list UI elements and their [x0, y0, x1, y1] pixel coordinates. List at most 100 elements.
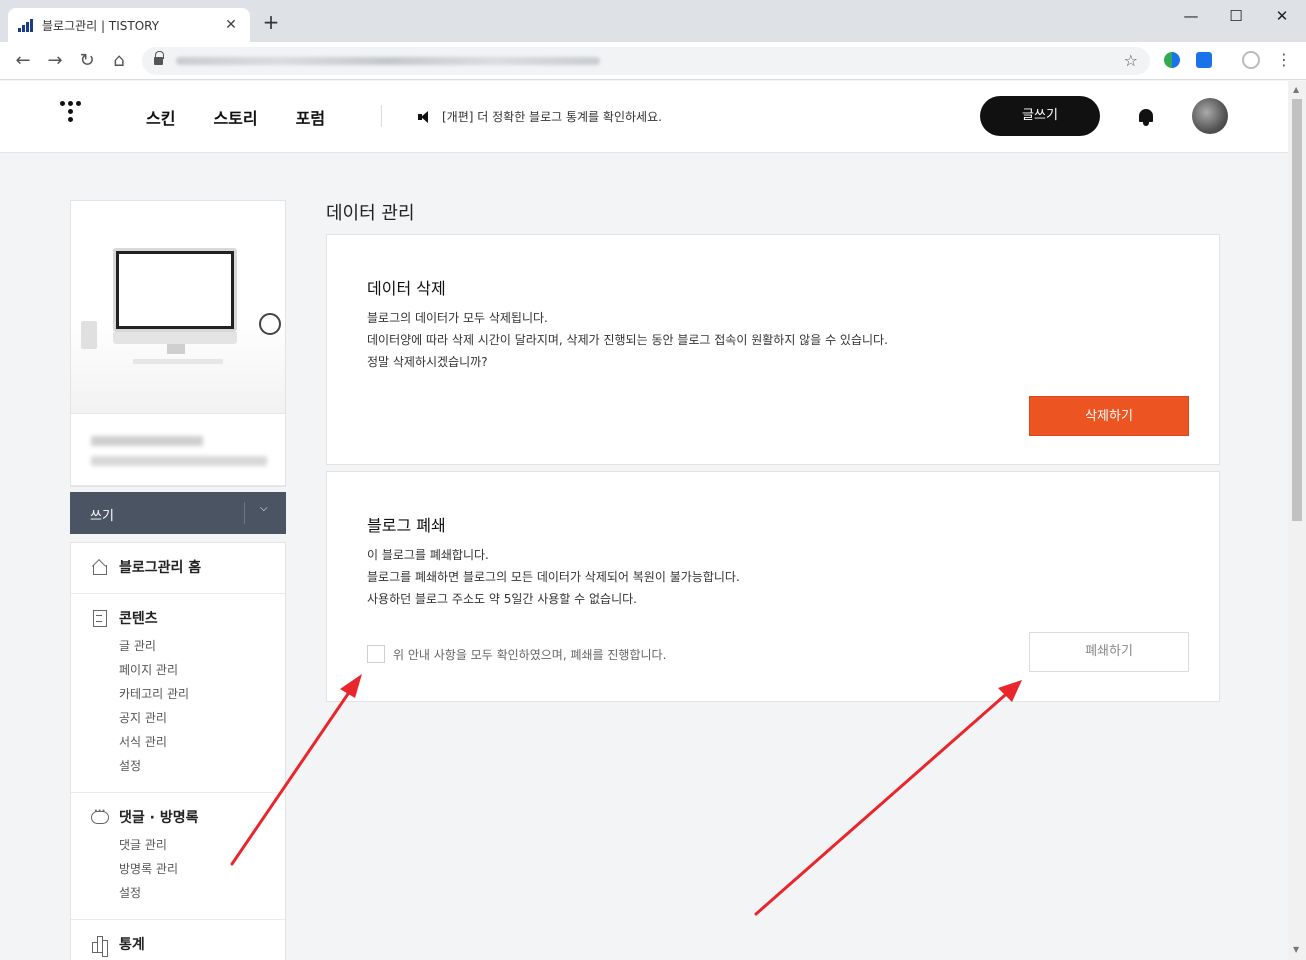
browser-menu-icon[interactable]: ⋮	[1276, 50, 1292, 69]
home-button[interactable]: ⌂	[108, 50, 130, 72]
blurred-blog-address	[91, 456, 267, 466]
sidebar-subitem-comments[interactable]: 댓글 관리	[71, 833, 285, 857]
reload-button[interactable]: ↻	[76, 50, 98, 72]
lock-icon	[154, 51, 164, 66]
description-line: 블로그의 데이터가 모두 삭제됩니다.	[367, 311, 548, 325]
sidebar-item-label: 댓글 · 방명록	[119, 810, 199, 826]
description-line: 블로그를 폐쇄하면 블로그의 모든 데이터가 삭제되어 복원이 불가능합니다.	[367, 570, 740, 584]
notice-text: [개편] 더 정확한 블로그 통계를 확인하세요.	[442, 110, 662, 124]
page-title: 데이터 관리	[326, 203, 415, 224]
browser-toolbar: ← → ↻ ⌂ ☆	[0, 42, 1306, 80]
sidebar-subitem-pages[interactable]: 페이지 관리	[71, 658, 285, 682]
minimize-button[interactable]: —	[1168, 6, 1214, 26]
maximize-button[interactable]: ☐	[1213, 6, 1259, 26]
nav-story[interactable]: 스토리	[213, 105, 257, 129]
blog-profile-card	[70, 200, 286, 487]
description-line: 사용하던 블로그 주소도 약 5일간 사용할 수 없습니다.	[367, 592, 637, 606]
forward-button[interactable]: →	[44, 50, 66, 72]
sidebar-item-contents[interactable]: 콘텐츠	[71, 606, 285, 630]
chevron-down-icon[interactable]: ⌵	[260, 503, 268, 514]
menu-section-home: 블로그관리 홈	[71, 543, 285, 594]
confirm-close-row[interactable]: 위 안내 사항을 모두 확인하였으며, 폐쇄를 진행합니다.	[367, 645, 666, 663]
global-nav: 스킨 스토리 포럼	[146, 105, 325, 129]
monitor-stand-decoration	[167, 344, 185, 354]
sidebar-item-label: 통계	[119, 937, 145, 953]
sidebar-menu: 블로그관리 홈 콘텐츠 글 관리 페이지 관리 카테고리 관리 공지 관리 서식…	[70, 542, 286, 960]
blog-close-panel: 블로그 폐쇄 이 블로그를 폐쇄합니다. 블로그를 폐쇄하면 블로그의 모든 데…	[326, 471, 1220, 702]
blog-cover-image[interactable]	[71, 201, 285, 414]
confirm-close-label: 위 안내 사항을 모두 확인하였으며, 폐쇄를 진행합니다.	[393, 647, 667, 662]
sidebar-subitem-content-settings[interactable]: 설정	[71, 754, 285, 778]
sidebar-write-button[interactable]: 쓰기 ⌵	[70, 492, 286, 534]
tab-close-icon[interactable]: ✕	[222, 17, 240, 33]
sidebar-write-label: 쓰기	[90, 509, 114, 524]
sidebar-subitem-templates[interactable]: 서식 관리	[71, 730, 285, 754]
header-divider	[381, 105, 382, 127]
write-post-button[interactable]: 글쓰기	[980, 96, 1100, 136]
data-delete-panel: 데이터 삭제 블로그의 데이터가 모두 삭제됩니다. 데이터양에 따라 삭제 시…	[326, 234, 1220, 465]
sidebar-subitem-posts[interactable]: 글 관리	[71, 634, 285, 658]
sidebar-subitem-guestbook[interactable]: 방명록 관리	[71, 857, 285, 881]
description-line: 데이터양에 따라 삭제 시간이 달라지며, 삭제가 진행되는 동안 블로그 접속…	[367, 333, 888, 347]
page-content: 스킨 스토리 포럼 [개편] 더 정확한 블로그 통계를 확인하세요. 글쓰기 …	[0, 81, 1288, 960]
arrow-to-close-button	[754, 687, 1014, 916]
blurred-url	[176, 57, 600, 65]
data-delete-title: 데이터 삭제	[367, 279, 446, 298]
avatar[interactable]	[1192, 98, 1228, 134]
sidebar-item-stats[interactable]: 통계	[71, 932, 285, 956]
delete-data-button[interactable]: 삭제하기	[1029, 396, 1189, 436]
nav-forum[interactable]: 포럼	[296, 105, 325, 129]
browser-tab[interactable]: 블로그관리 | TISTORY ✕	[8, 8, 250, 42]
sidebar-item-home[interactable]: 블로그관리 홈	[71, 555, 285, 579]
statistics-icon	[91, 936, 107, 953]
sidebar-write-separator	[244, 502, 245, 524]
menu-section-stats: 통계	[71, 920, 285, 960]
kettle-decoration	[259, 313, 281, 335]
speaker-icon	[418, 110, 432, 123]
comment-icon	[91, 806, 109, 825]
document-icon	[91, 610, 107, 627]
blog-close-description: 이 블로그를 폐쇄합니다. 블로그를 폐쇄하면 블로그의 모든 데이터가 삭제되…	[367, 544, 740, 610]
blog-close-title: 블로그 폐쇄	[367, 516, 446, 535]
confirm-close-checkbox[interactable]	[367, 645, 385, 663]
close-blog-button[interactable]: 폐쇄하기	[1029, 632, 1189, 672]
home-icon	[91, 559, 107, 575]
monitor-decoration	[113, 248, 237, 332]
sidebar-subitem-categories[interactable]: 카테고리 관리	[71, 682, 285, 706]
new-tab-button[interactable]: +	[260, 12, 282, 34]
back-button[interactable]: ←	[12, 50, 34, 72]
notice-link[interactable]: [개편] 더 정확한 블로그 통계를 확인하세요.	[418, 108, 662, 125]
cup-decoration	[81, 321, 97, 349]
bell-icon[interactable]	[1137, 107, 1155, 127]
sidebar-subitem-comment-settings[interactable]: 설정	[71, 881, 285, 905]
bookmark-star-icon[interactable]: ☆	[1124, 51, 1138, 70]
sidebar-item-label: 블로그관리 홈	[119, 560, 202, 576]
tistory-favicon-icon	[18, 17, 34, 33]
scroll-thumb[interactable]	[1292, 99, 1302, 521]
menu-section-contents: 콘텐츠 글 관리 페이지 관리 카테고리 관리 공지 관리 서식 관리 설정	[71, 594, 285, 793]
scroll-down-icon[interactable]: ▼	[1293, 945, 1299, 954]
description-line: 정말 삭제하시겠습니까?	[367, 355, 488, 369]
sidebar-item-label: 콘텐츠	[119, 611, 158, 627]
blog-info-blurred	[71, 414, 285, 486]
data-delete-description: 블로그의 데이터가 모두 삭제됩니다. 데이터양에 따라 삭제 시간이 달라지며…	[367, 307, 888, 373]
sidebar-subitem-notices[interactable]: 공지 관리	[71, 706, 285, 730]
menu-section-comments: 댓글 · 방명록 댓글 관리 방명록 관리 설정	[71, 793, 285, 920]
blurred-blog-name	[91, 436, 203, 446]
tistory-logo-icon[interactable]	[60, 101, 86, 131]
tab-title: 블로그관리 | TISTORY	[42, 18, 160, 33]
site-header: 스킨 스토리 포럼 [개편] 더 정확한 블로그 통계를 확인하세요. 글쓰기	[0, 81, 1288, 153]
browser-tab-bar: 블로그관리 | TISTORY ✕ + — ☐ ✕	[0, 0, 1306, 42]
address-bar[interactable]: ☆	[142, 47, 1150, 75]
profile-icon[interactable]	[1242, 51, 1260, 69]
page-scrollbar[interactable]: ▲ ▼	[1288, 81, 1306, 960]
description-line: 이 블로그를 폐쇄합니다.	[367, 548, 489, 562]
nav-skin[interactable]: 스킨	[146, 105, 175, 129]
sidebar-item-comments[interactable]: 댓글 · 방명록	[71, 805, 285, 829]
extension-check-icon[interactable]	[1196, 52, 1212, 68]
monitor-chin-decoration	[113, 332, 237, 344]
scroll-up-icon[interactable]: ▲	[1293, 85, 1299, 94]
window-close-button[interactable]: ✕	[1259, 6, 1305, 26]
keyboard-decoration	[133, 359, 223, 364]
extension-icon[interactable]	[1164, 52, 1180, 68]
